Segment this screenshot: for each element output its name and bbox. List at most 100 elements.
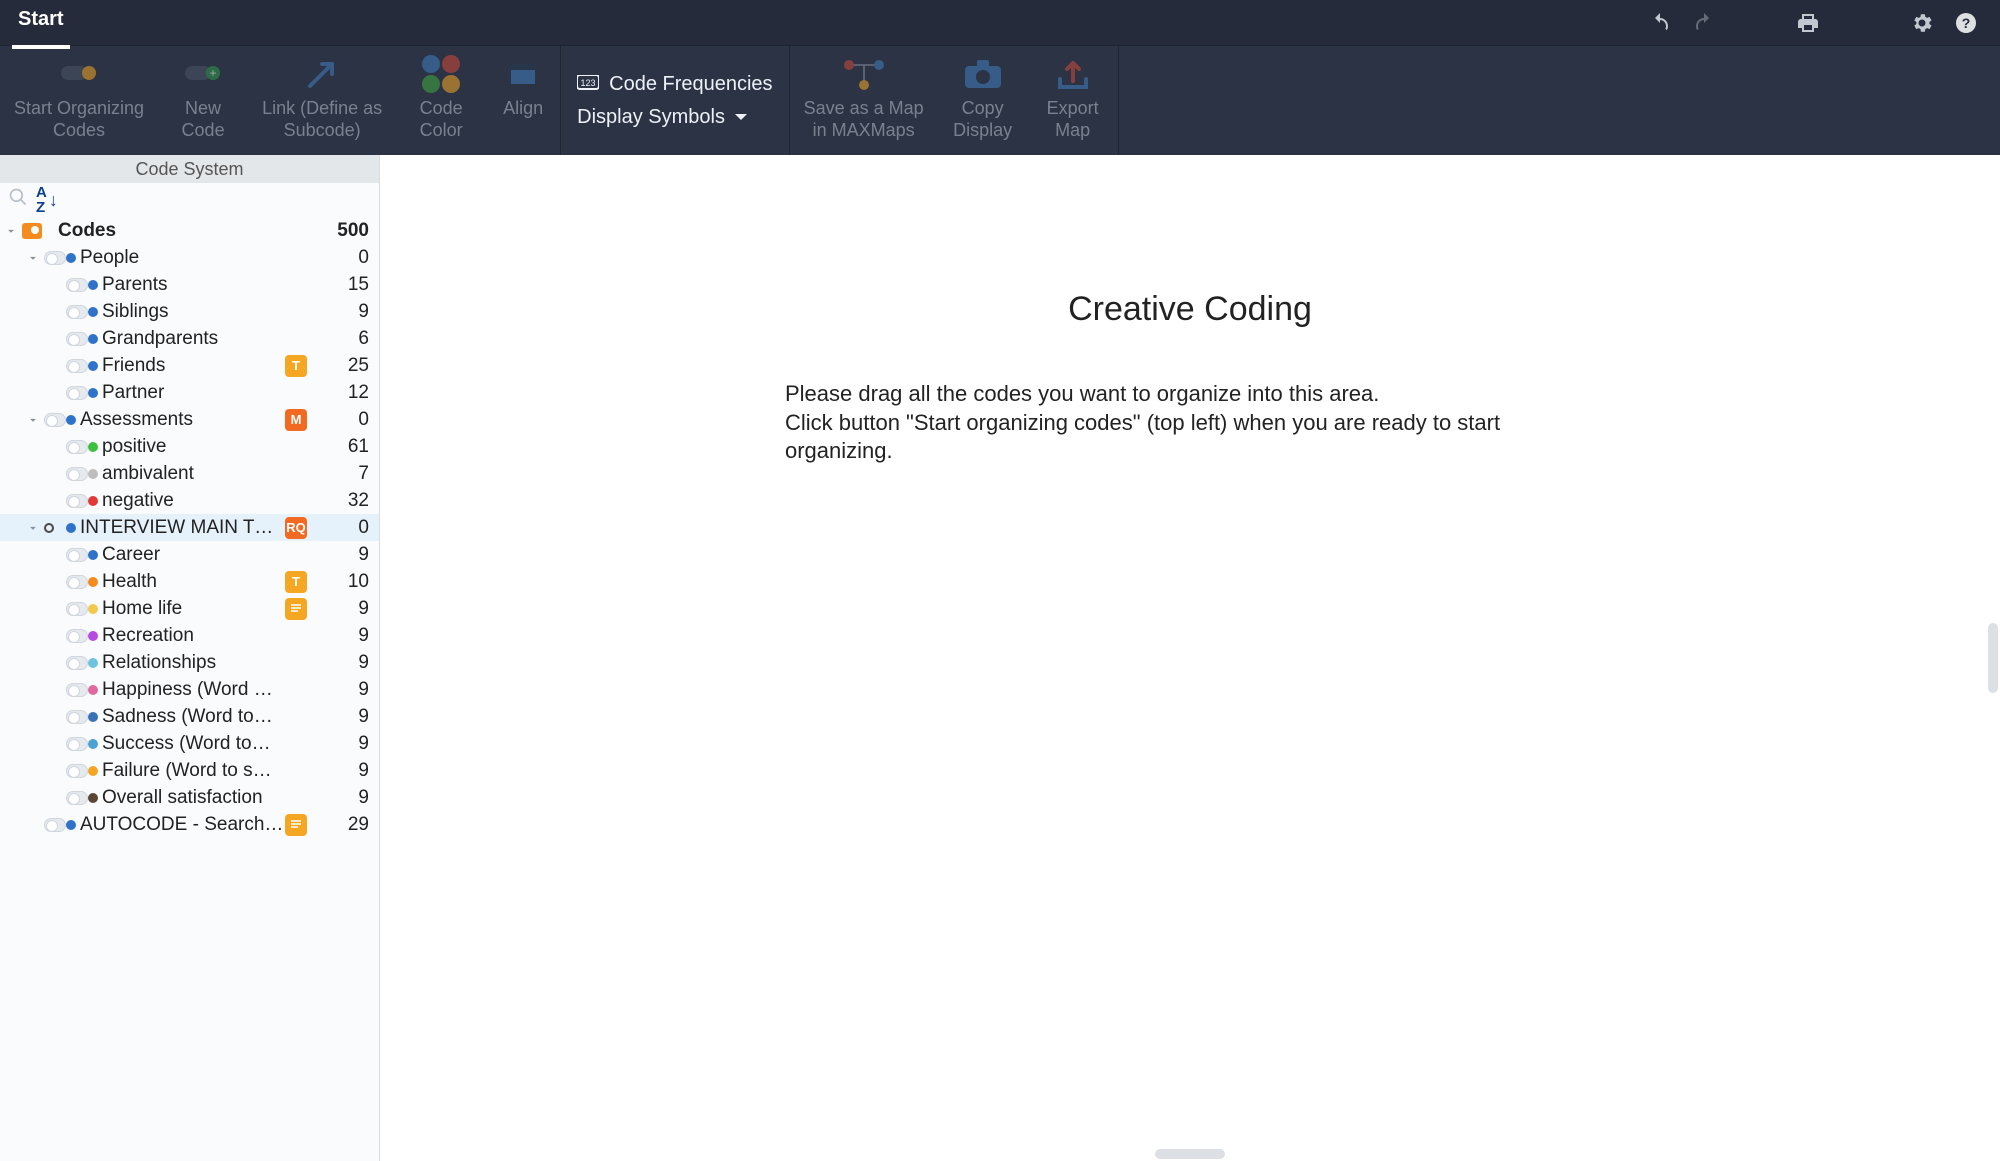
help-button[interactable]: ? bbox=[1944, 1, 1988, 45]
tree-node-overall-satisfaction[interactable]: Overall satisfaction 9 bbox=[0, 784, 379, 811]
new-code-label: New Code bbox=[182, 98, 225, 141]
chevron-icon[interactable] bbox=[22, 413, 44, 427]
code-frequencies-button[interactable]: 123 Code Frequencies bbox=[577, 73, 772, 96]
scroll-thumb-vertical[interactable] bbox=[1988, 623, 1998, 693]
tree-node-recreation[interactable]: Recreation 9 bbox=[0, 622, 379, 649]
tree-node-count: 15 bbox=[313, 274, 373, 296]
tree-node-count: 29 bbox=[313, 814, 373, 836]
toggle-activation[interactable] bbox=[66, 440, 88, 454]
color-dot bbox=[66, 820, 76, 830]
tree-node-label: Relationships bbox=[102, 652, 285, 674]
memo-badge bbox=[285, 598, 307, 620]
codes-root-icon bbox=[22, 223, 44, 239]
color-dot bbox=[88, 334, 98, 344]
focus-ring-icon bbox=[44, 523, 54, 533]
toggle-activation[interactable] bbox=[66, 359, 88, 373]
color-dot bbox=[88, 442, 98, 452]
tree-node-label: Sadness (Word to… bbox=[102, 706, 285, 728]
tree-node-happiness-word-[interactable]: Happiness (Word … 9 bbox=[0, 676, 379, 703]
tree-node-people[interactable]: People 0 bbox=[0, 244, 379, 271]
code-color-button: Code Color bbox=[396, 46, 486, 155]
tree-node-count: 61 bbox=[313, 436, 373, 458]
toggle-activation[interactable] bbox=[66, 467, 88, 481]
tree-root-label: Codes bbox=[58, 220, 285, 242]
sidebar-header: Code System bbox=[0, 155, 379, 183]
tree-root-codes[interactable]: Codes 500 bbox=[0, 217, 379, 244]
color-dot bbox=[66, 415, 76, 425]
tab-start[interactable]: Start bbox=[12, 4, 70, 49]
chevron-icon[interactable] bbox=[22, 521, 44, 535]
tree-node-sadness-word-to-[interactable]: Sadness (Word to… 9 bbox=[0, 703, 379, 730]
toggle-activation[interactable] bbox=[44, 251, 66, 265]
tag-badge: T bbox=[285, 355, 307, 377]
toggle-activation[interactable] bbox=[66, 629, 88, 643]
tree-node-autocode-search-[interactable]: AUTOCODE - Search… 29 bbox=[0, 811, 379, 838]
tree-node-friends[interactable]: Friends T 25 bbox=[0, 352, 379, 379]
toggle-activation[interactable] bbox=[66, 656, 88, 670]
toggle-activation[interactable] bbox=[66, 737, 88, 751]
search-icon[interactable] bbox=[8, 187, 28, 213]
tree-node-failure-word-to-s-[interactable]: Failure (Word to s… 9 bbox=[0, 757, 379, 784]
ribbon-group-3: Save as a Map in MAXMaps Copy Display Ex… bbox=[790, 46, 1119, 155]
sort-az-button[interactable]: AZ↓ bbox=[36, 185, 58, 215]
toggle-activation[interactable] bbox=[66, 575, 88, 589]
code-tree[interactable]: Codes 500 People 0 Parents 15 bbox=[0, 217, 379, 1161]
tree-node-label: Grandparents bbox=[102, 328, 285, 350]
display-symbols-button[interactable]: Display Symbols bbox=[577, 106, 772, 129]
tree-node-positive[interactable]: positive 61 bbox=[0, 433, 379, 460]
color-dot bbox=[88, 604, 98, 614]
toggle-activation[interactable] bbox=[66, 278, 88, 292]
tree-node-negative[interactable]: negative 32 bbox=[0, 487, 379, 514]
tag-badge: M bbox=[285, 409, 307, 431]
print-button[interactable] bbox=[1786, 1, 1830, 45]
tree-node-siblings[interactable]: Siblings 9 bbox=[0, 298, 379, 325]
tree-node-interview-main-to-[interactable]: INTERVIEW MAIN TO… RQ 0 bbox=[0, 514, 379, 541]
creative-coding-canvas[interactable]: Creative Coding Please drag all the code… bbox=[380, 155, 2000, 1161]
tag-badge: T bbox=[285, 571, 307, 593]
tree-node-partner[interactable]: Partner 12 bbox=[0, 379, 379, 406]
toggle-activation[interactable] bbox=[66, 332, 88, 346]
tree-node-parents[interactable]: Parents 15 bbox=[0, 271, 379, 298]
toggle-activation[interactable] bbox=[66, 305, 88, 319]
toggle-activation[interactable] bbox=[66, 386, 88, 400]
color-dot bbox=[88, 658, 98, 668]
copy-display-label: Copy Display bbox=[953, 98, 1012, 141]
toggle-activation[interactable] bbox=[66, 494, 88, 508]
memo-badge bbox=[285, 814, 307, 836]
tree-root-count: 500 bbox=[313, 220, 373, 242]
tree-node-label: Assessments bbox=[80, 409, 285, 431]
color-dot bbox=[88, 280, 98, 290]
redo-button bbox=[1682, 1, 1726, 45]
ribbon-display-group: 123 Code Frequencies Display Symbols bbox=[561, 46, 788, 155]
code-system-sidebar: Code System AZ↓ Codes 500 People 0 bbox=[0, 155, 380, 1161]
tree-node-ambivalent[interactable]: ambivalent 7 bbox=[0, 460, 379, 487]
scroll-thumb-horizontal[interactable] bbox=[1155, 1149, 1225, 1159]
toggle-activation[interactable] bbox=[44, 818, 66, 832]
tree-node-success-word-to-[interactable]: Success (Word to… 9 bbox=[0, 730, 379, 757]
tree-node-relationships[interactable]: Relationships 9 bbox=[0, 649, 379, 676]
toggle-activation[interactable] bbox=[66, 683, 88, 697]
svg-text:123: 123 bbox=[581, 78, 596, 88]
color-dot bbox=[88, 361, 98, 371]
toggle-activation[interactable] bbox=[66, 602, 88, 616]
tree-node-assessments[interactable]: Assessments M 0 bbox=[0, 406, 379, 433]
tree-node-career[interactable]: Career 9 bbox=[0, 541, 379, 568]
toggle-activation[interactable] bbox=[66, 764, 88, 778]
undo-button[interactable] bbox=[1638, 1, 1682, 45]
toggle-activation[interactable] bbox=[66, 548, 88, 562]
toggle-activation[interactable] bbox=[66, 710, 88, 724]
tree-node-count: 9 bbox=[313, 544, 373, 566]
color-dot bbox=[88, 631, 98, 641]
gear-icon bbox=[1910, 11, 1934, 35]
tree-node-label: ambivalent bbox=[102, 463, 285, 485]
chevron-down-icon[interactable] bbox=[0, 224, 22, 238]
toggle-activation[interactable] bbox=[44, 413, 66, 427]
map-nodes-icon bbox=[843, 54, 885, 94]
settings-button[interactable] bbox=[1900, 1, 1944, 45]
start-organizing-icon bbox=[59, 54, 99, 94]
tree-node-home-life[interactable]: Home life 9 bbox=[0, 595, 379, 622]
toggle-activation[interactable] bbox=[66, 791, 88, 805]
tree-node-grandparents[interactable]: Grandparents 6 bbox=[0, 325, 379, 352]
chevron-icon[interactable] bbox=[22, 251, 44, 265]
tree-node-health[interactable]: Health T 10 bbox=[0, 568, 379, 595]
